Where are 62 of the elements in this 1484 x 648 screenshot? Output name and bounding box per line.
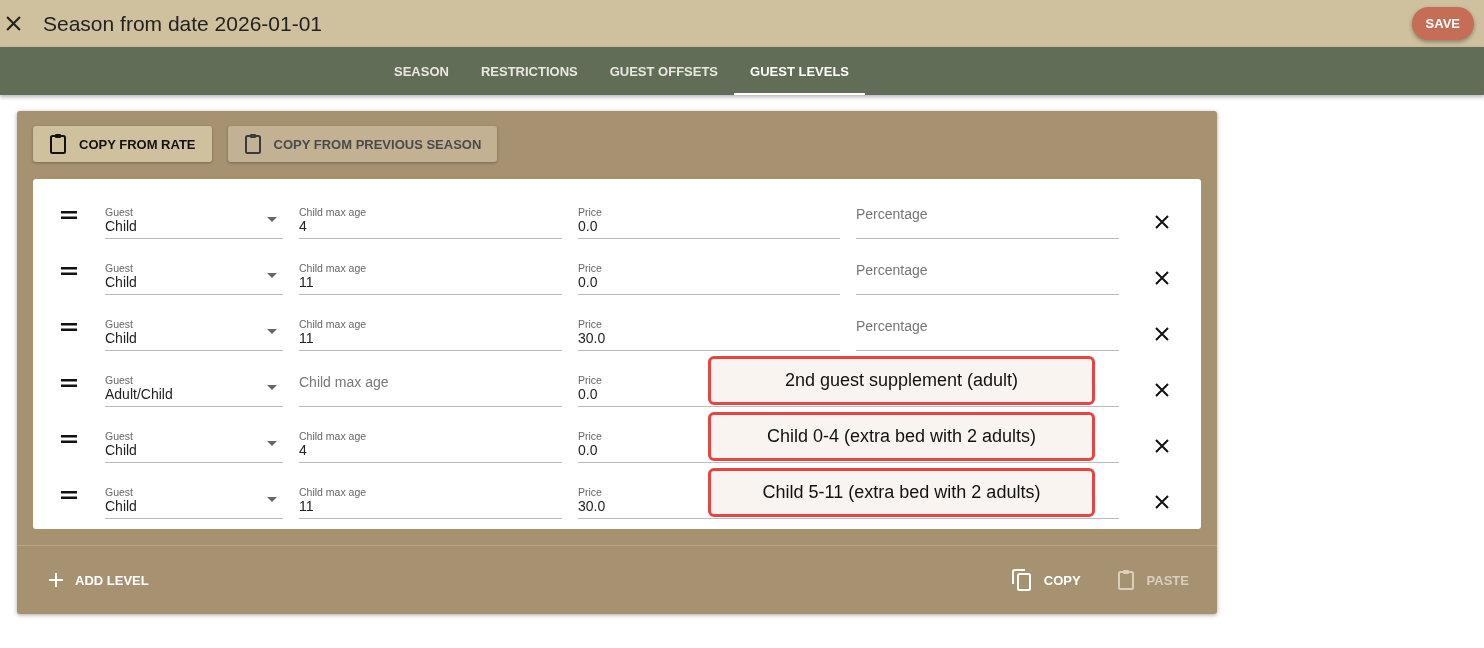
tab[interactable]: SEASON xyxy=(378,47,465,95)
copy-icon xyxy=(1011,569,1032,591)
price-field[interactable]: Price 0.0 xyxy=(578,367,698,407)
close-icon xyxy=(1155,439,1169,453)
save-button[interactable]: SAVE xyxy=(1411,7,1474,40)
drag-handle-icon[interactable] xyxy=(61,267,77,275)
price-field[interactable]: Price 30.0 xyxy=(578,479,698,519)
tab[interactable]: RESTRICTIONS xyxy=(464,47,594,95)
clipboard-icon xyxy=(1116,569,1135,591)
percentage-field[interactable]: Percentage xyxy=(856,255,1119,295)
guest-select[interactable]: Guest Child xyxy=(105,311,283,351)
price-field[interactable]: Price 0.0 xyxy=(578,255,840,295)
tab[interactable]: GUEST LEVELS xyxy=(734,47,865,95)
close-icon xyxy=(1155,383,1169,397)
close-icon xyxy=(1155,271,1169,285)
caret-icon xyxy=(267,441,277,446)
clipboard-icon xyxy=(49,133,67,155)
age-field[interactable]: Child max age 4 xyxy=(299,423,562,463)
close-icon xyxy=(1155,215,1169,229)
plus-icon xyxy=(49,573,63,587)
remove-button[interactable] xyxy=(1155,495,1169,509)
price-field[interactable]: Price 30.0 xyxy=(578,311,840,351)
remove-button[interactable] xyxy=(1155,439,1169,453)
drag-handle-icon[interactable] xyxy=(61,379,77,387)
age-field[interactable]: Child max age 11 xyxy=(299,479,562,519)
drag-handle-icon[interactable] xyxy=(61,323,77,331)
annotation-callout: Child 0-4 (extra bed with 2 adults) xyxy=(708,412,1095,461)
close-icon xyxy=(1155,327,1169,341)
dialog-title: Season from date 2026-01-01 xyxy=(43,11,324,36)
close-icon xyxy=(1155,495,1169,509)
guest-select[interactable]: Guest Adult/Child xyxy=(105,367,283,407)
age-field[interactable]: Child max age 11 xyxy=(299,255,562,295)
annotation-callout: Child 5-11 (extra bed with 2 adults) xyxy=(708,468,1095,517)
caret-icon xyxy=(267,497,277,502)
tab[interactable]: GUEST OFFSETS xyxy=(593,47,735,95)
close-icon xyxy=(6,16,21,31)
clipboard-icon xyxy=(243,133,262,155)
price-field[interactable]: Price 0.0 xyxy=(578,199,840,239)
price-field[interactable]: Price 0.0 xyxy=(578,423,698,463)
age-field[interactable]: Child max age 11 xyxy=(299,311,562,351)
drag-handle-icon[interactable] xyxy=(61,435,77,443)
caret-icon xyxy=(267,385,277,390)
guest-select[interactable]: Guest Child xyxy=(105,423,283,463)
percentage-field[interactable]: Percentage xyxy=(856,199,1119,239)
annotation-callout: 2nd guest supplement (adult) xyxy=(708,356,1095,405)
guest-select[interactable]: Guest Child xyxy=(105,255,283,295)
caret-icon xyxy=(267,217,277,222)
age-field[interactable]: Child max age 4 xyxy=(299,199,562,239)
age-field[interactable]: Child max age xyxy=(299,367,562,407)
percentage-field[interactable]: Percentage xyxy=(856,311,1119,351)
caret-icon xyxy=(267,273,277,278)
drag-handle-icon[interactable] xyxy=(61,491,77,499)
drag-handle-icon[interactable] xyxy=(61,211,77,219)
copy-button[interactable]: COPY FROM RATE xyxy=(33,126,212,162)
remove-button[interactable] xyxy=(1155,215,1169,229)
guest-select[interactable]: Guest Child xyxy=(105,479,283,519)
close-button[interactable] xyxy=(6,16,21,31)
caret-icon xyxy=(267,329,277,334)
remove-button[interactable] xyxy=(1155,271,1169,285)
remove-button[interactable] xyxy=(1155,383,1169,397)
remove-button[interactable] xyxy=(1155,327,1169,341)
guest-select[interactable]: Guest Child xyxy=(105,199,283,239)
